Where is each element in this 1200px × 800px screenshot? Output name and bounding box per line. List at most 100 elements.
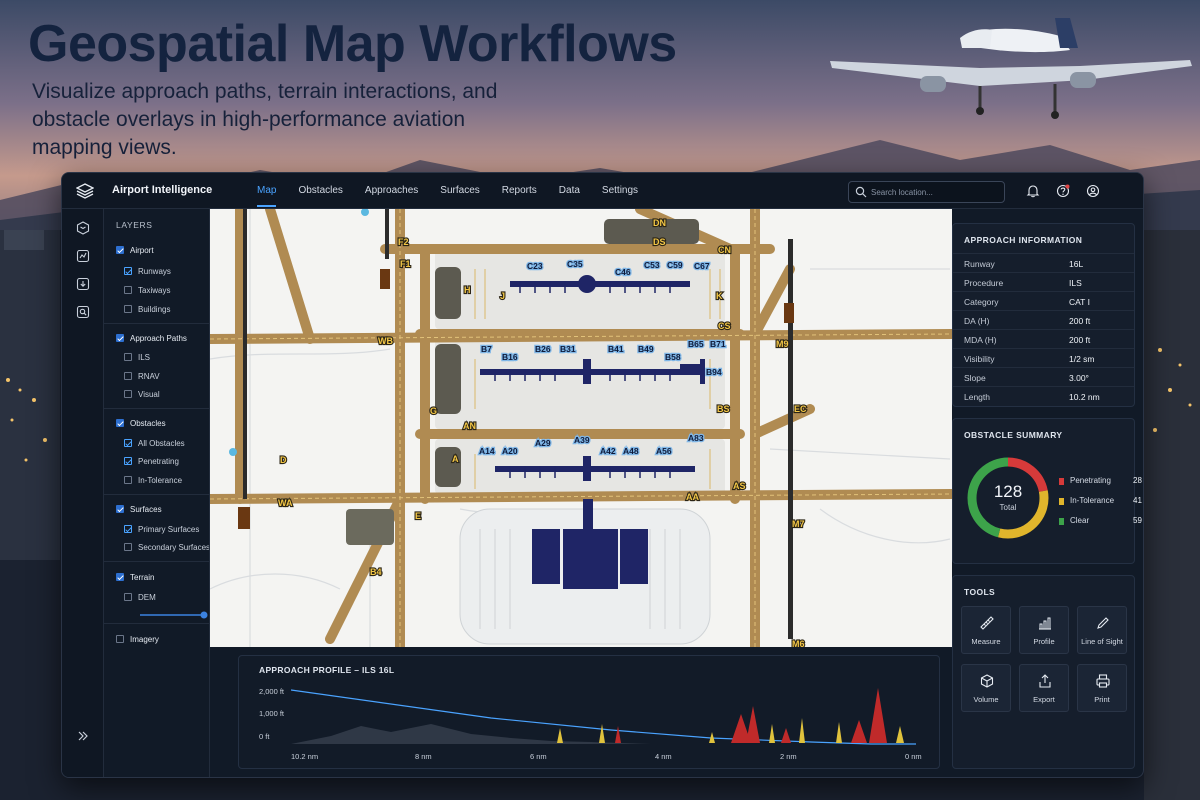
checkbox[interactable] (116, 635, 124, 643)
gate-label[interactable]: C35 (566, 258, 584, 271)
checkbox[interactable] (124, 353, 132, 361)
checkbox[interactable] (124, 390, 132, 398)
layer-dem[interactable]: DEM (124, 591, 156, 603)
layer-runways[interactable]: Runways (124, 265, 171, 277)
gate-label[interactable]: B16 (501, 351, 519, 364)
gate-label[interactable]: B94 (705, 366, 723, 379)
nav-settings[interactable]: Settings (591, 173, 649, 209)
checkbox[interactable] (116, 246, 124, 254)
gate-label[interactable]: A48 (622, 445, 640, 458)
gate-label[interactable]: C23 (526, 260, 544, 273)
gate-label[interactable]: B49 (637, 343, 655, 356)
app-window: Airport Intelligence Map Obstacles Appro… (61, 172, 1144, 778)
swatch (1059, 498, 1064, 505)
nav-approaches[interactable]: Approaches (354, 173, 429, 209)
airport-map[interactable]: DN DS F2 F1 CN H J K CS M9 WB BS EC G AN D A AS WA E AA M7 M6 B… (210, 209, 952, 647)
layer-terrain[interactable]: Terrain (116, 571, 154, 583)
gate-label[interactable]: B58 (664, 351, 682, 364)
checkbox[interactable] (124, 525, 132, 533)
gate-label[interactable]: A56 (655, 445, 673, 458)
layer-imagery[interactable]: Imagery (116, 633, 159, 645)
nav-surfaces[interactable]: Surfaces (429, 173, 490, 209)
nav-data[interactable]: Data (548, 173, 591, 209)
gate-label[interactable]: C46 (614, 266, 632, 279)
info-row-mda: MDA (H) 200 ft (953, 329, 1134, 348)
layer-ils[interactable]: ILS (124, 351, 150, 363)
profile-title: APPROACH PROFILE – ILS 16L (259, 665, 395, 675)
measure-tool-button[interactable]: Measure (961, 606, 1011, 654)
layer-buildings[interactable]: Buildings (124, 303, 170, 315)
terrain-opacity-slider[interactable] (124, 609, 210, 621)
volume-tool-button[interactable]: Volume (961, 664, 1011, 712)
layer-rnav[interactable]: RNAV (124, 370, 160, 382)
checkbox[interactable] (124, 543, 132, 551)
nav-map[interactable]: Map (246, 173, 287, 209)
gate-label[interactable]: A14 (478, 445, 496, 458)
gate-label[interactable]: C53 (643, 259, 661, 272)
gate-label[interactable]: A83 (687, 432, 705, 445)
panel-title: APPROACH INFORMATION (964, 235, 1083, 245)
checkbox[interactable] (124, 372, 132, 380)
search-input[interactable] (871, 184, 1001, 200)
checkbox[interactable] (116, 419, 124, 427)
gate-label[interactable]: B31 (559, 343, 577, 356)
layer-visual[interactable]: Visual (124, 388, 160, 400)
download-box-icon[interactable] (76, 277, 90, 291)
layer-approach-paths[interactable]: Approach Paths (116, 332, 187, 344)
checkbox[interactable] (116, 334, 124, 342)
layer-in-tolerance[interactable]: In-Tolerance (124, 474, 182, 486)
divider (104, 494, 209, 495)
gate-label[interactable]: C67 (693, 260, 711, 273)
checkbox[interactable] (116, 505, 124, 513)
bell-icon[interactable] (1026, 184, 1040, 198)
profile-tool-button[interactable]: Profile (1019, 606, 1069, 654)
checkbox[interactable] (124, 439, 132, 447)
profile-chart[interactable] (291, 676, 931, 748)
gate-label[interactable]: A39 (573, 434, 591, 447)
checkbox[interactable] (124, 286, 132, 294)
print-tool-button[interactable]: Print (1077, 664, 1127, 712)
airplane-illustration (830, 18, 1192, 119)
info-row-length: Length 10.2 nm (953, 386, 1134, 405)
gate-label[interactable]: B71 (709, 338, 727, 351)
checkbox[interactable] (124, 267, 132, 275)
layer-primary-surfaces[interactable]: Primary Surfaces (124, 523, 199, 535)
checkbox[interactable] (124, 457, 132, 465)
gate-label[interactable]: B7 (480, 343, 494, 356)
layer-surfaces[interactable]: Surfaces (116, 503, 162, 515)
checkbox[interactable] (124, 305, 132, 313)
gate-label[interactable]: B26 (534, 343, 552, 356)
x-tick: 2 nm (780, 752, 797, 761)
info-row-runway: Runway 16L (953, 253, 1134, 272)
export-tool-button[interactable]: Export (1019, 664, 1069, 712)
gate-label[interactable]: A20 (501, 445, 519, 458)
nav-reports[interactable]: Reports (491, 173, 548, 209)
layer-all-obstacles[interactable]: All Obstacles (124, 437, 185, 449)
checkbox[interactable] (124, 476, 132, 484)
gate-label[interactable]: C59 (666, 259, 684, 272)
layer-airport[interactable]: Airport (116, 244, 154, 256)
search-map-icon[interactable] (76, 305, 90, 319)
checkbox[interactable] (124, 593, 132, 601)
gate-label[interactable]: B65 (687, 338, 705, 351)
user-icon[interactable] (1086, 184, 1100, 198)
checkbox[interactable] (116, 573, 124, 581)
gate-label[interactable]: A29 (534, 437, 552, 450)
nav-obstacles[interactable]: Obstacles (287, 173, 353, 209)
pencil-icon (1097, 617, 1109, 629)
info-row-visibility: Visibility 1/2 sm (953, 348, 1134, 367)
layer-obstacles[interactable]: Obstacles (116, 417, 166, 429)
gate-label[interactable]: B41 (607, 343, 625, 356)
app-title: Airport Intelligence (112, 184, 213, 196)
expand-chevrons-icon[interactable] (76, 729, 90, 743)
hexagon-layers-icon[interactable] (76, 221, 90, 235)
export-icon (1039, 674, 1051, 688)
gate-label[interactable]: A42 (599, 445, 617, 458)
x-tick: 8 nm (415, 752, 432, 761)
layer-secondary-surfaces[interactable]: Secondary Surfaces (124, 541, 209, 553)
line-of-sight-tool-button[interactable]: Line of Sight (1077, 606, 1127, 654)
help-icon[interactable] (1056, 184, 1070, 198)
layer-taxiways[interactable]: Taxiways (124, 284, 170, 296)
route-icon[interactable] (76, 249, 90, 263)
layer-penetrating[interactable]: Penetrating (124, 455, 179, 467)
